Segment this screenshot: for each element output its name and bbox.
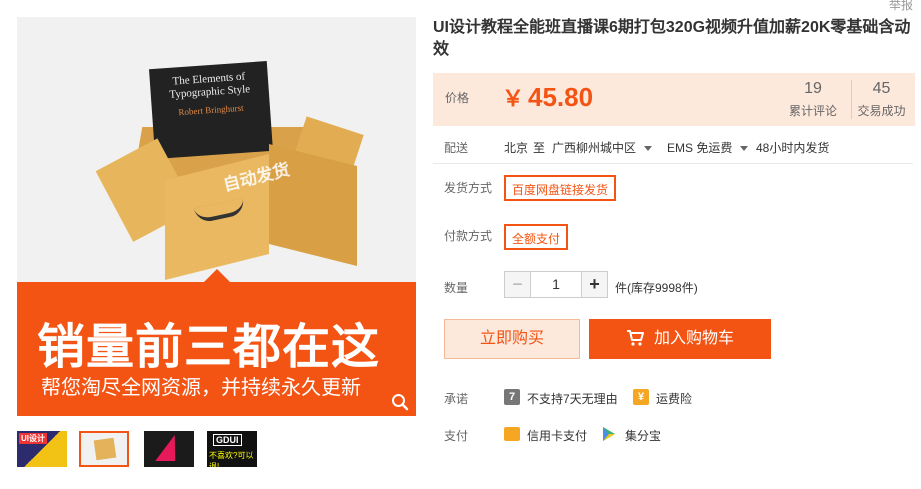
ship-method-option[interactable]: 百度网盘链接发货	[504, 175, 617, 201]
thumbnail-box-icon	[93, 437, 117, 461]
price-value: ￥ 45.80	[502, 81, 593, 113]
reviews-label: 累计评论	[788, 104, 837, 118]
reviews-count: 19	[804, 80, 822, 97]
quantity-label: 数量	[444, 281, 469, 295]
price-label: 价格	[445, 91, 470, 105]
book-illustration: The Elements of Typographic Style Robert…	[149, 60, 273, 160]
product-box-illustration: The Elements of Typographic Style Robert…	[17, 17, 416, 282]
pay-method-label: 付款方式	[444, 229, 493, 243]
thumbnail-bolt-icon	[155, 435, 185, 461]
no-return-text[interactable]: 不支持7天无理由	[527, 390, 618, 407]
shipping-value: EMS 免运费	[667, 141, 733, 155]
promo-arrow	[203, 269, 231, 283]
credit-card-icon	[504, 427, 520, 441]
chevron-down-icon	[644, 146, 653, 152]
currency-symbol: ￥	[502, 86, 525, 111]
thumbnail-4-sublabel: 不喜欢?可以退!	[209, 451, 254, 467]
main-product-image[interactable]: The Elements of Typographic Style Robert…	[17, 17, 416, 416]
add-to-cart-label: 加入购物车	[653, 330, 734, 347]
reviews-stat[interactable]: 19 累计评论	[785, 80, 841, 119]
book-title: The Elements of Typographic Style	[169, 70, 251, 101]
thumbnail-4[interactable]: GDUI 不喜欢?可以退!	[207, 431, 257, 467]
buy-now-button[interactable]: 立即购买	[444, 319, 580, 359]
cart-icon	[626, 330, 644, 346]
delivery-origin: 北京	[504, 141, 529, 155]
jifenbao-text[interactable]: 集分宝	[625, 427, 661, 444]
delivery-to: 至	[533, 141, 546, 155]
thumbnail-3[interactable]	[144, 431, 194, 467]
ship-method-label: 发货方式	[444, 181, 493, 195]
quantity-input[interactable]: 1	[531, 271, 581, 298]
divider	[433, 163, 913, 164]
product-title: UI设计教程全能班直播课6期打包320G视频升值加薪20K零基础含动效	[433, 19, 911, 58]
zoom-icon[interactable]	[391, 393, 409, 411]
no-return-icon: 7	[504, 389, 520, 405]
promo-subtitle: 帮您淘尽全网资源，并持续永久更新	[41, 377, 361, 399]
sales-label: 交易成功	[857, 104, 906, 118]
stock-text: 件(库存9998件)	[615, 281, 698, 295]
quantity-stepper: − 1 +	[504, 271, 608, 298]
shipping-insurance-icon: ¥	[633, 389, 649, 405]
thumbnail-1-label: UI设计	[19, 433, 47, 444]
report-link[interactable]: 举报	[889, 0, 913, 13]
thumbnail-4-label: GDUI	[213, 434, 242, 446]
shipping-select[interactable]: EMS 免运费	[667, 139, 749, 156]
promo-title: 销量前三都在这	[37, 321, 381, 374]
price-amount: 45.80	[528, 82, 594, 112]
sales-stat: 45 交易成功	[851, 80, 911, 119]
quantity-decrease-button[interactable]: −	[504, 271, 531, 298]
quantity-increase-button[interactable]: +	[581, 271, 608, 298]
chevron-down-icon	[740, 146, 749, 152]
destination-value: 广西柳州城中区	[552, 141, 637, 155]
thumbnail-2-selected[interactable]	[79, 431, 129, 467]
thumbnail-strip: UI设计 GDUI 不喜欢?可以退!	[17, 431, 416, 467]
book-author: Robert Bringhurst	[178, 102, 244, 118]
credit-card-text[interactable]: 信用卡支付	[527, 427, 587, 444]
sales-count: 45	[872, 80, 891, 97]
shipping-insurance-text[interactable]: 运费险	[656, 390, 692, 407]
delivery-label: 配送	[444, 141, 469, 155]
dispatch-time: 48小时内发货	[756, 141, 830, 155]
thumbnail-1[interactable]: UI设计	[17, 431, 67, 467]
destination-select[interactable]: 广西柳州城中区	[552, 139, 653, 156]
price-panel: 价格 ￥ 45.80 19 累计评论 45 交易成功	[433, 73, 915, 126]
jifenbao-icon	[603, 427, 615, 441]
promise-label: 承诺	[444, 392, 469, 406]
add-to-cart-button[interactable]: 加入购物车	[589, 319, 771, 359]
payment-label: 支付	[444, 429, 469, 443]
pay-method-option[interactable]: 全额支付	[504, 224, 569, 250]
